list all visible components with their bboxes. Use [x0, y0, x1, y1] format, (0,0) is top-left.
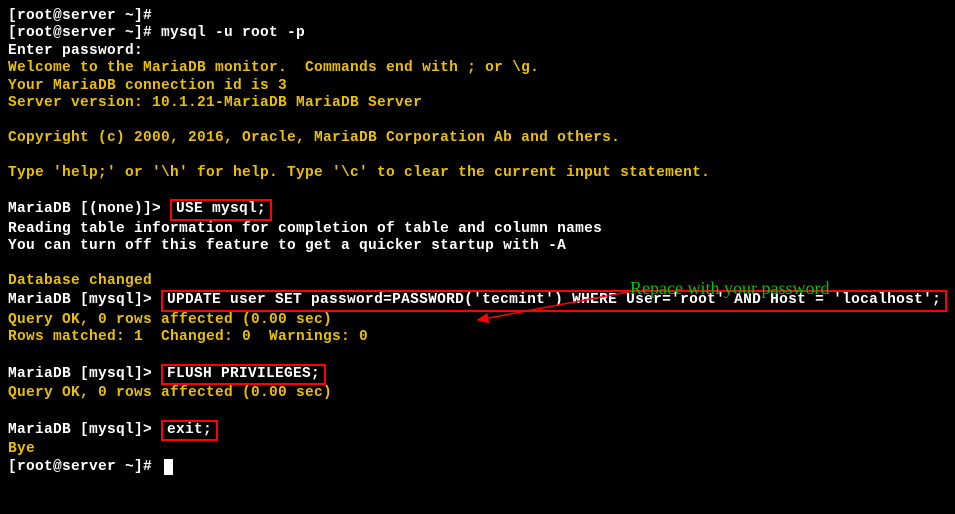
- flush-privileges-line: MariaDB [mysql]> FLUSH PRIVILEGES;: [8, 364, 947, 385]
- mysql-login-line: [root@server ~]# mysql -u root -p: [8, 25, 947, 42]
- query-ok-line-2: Query OK, 0 rows affected (0.00 sec): [8, 385, 947, 402]
- shell-prompt: [root@server ~]#: [8, 8, 947, 25]
- terminal-output[interactable]: [root@server ~]# [root@server ~]# mysql …: [8, 8, 947, 476]
- cursor-block: [164, 459, 173, 475]
- use-mysql-command: USE mysql;: [170, 199, 272, 220]
- mariadb-prompt: MariaDB [mysql]>: [8, 422, 161, 438]
- startup-hint-line: You can turn off this feature to get a q…: [8, 238, 947, 255]
- help-line: Type 'help;' or '\h' for help. Type '\c'…: [8, 165, 947, 182]
- server-version-line: Server version: 10.1.21-MariaDB MariaDB …: [8, 95, 947, 112]
- mariadb-prompt: MariaDB [mysql]>: [8, 292, 161, 308]
- shell-prompt-final: [root@server ~]#: [8, 459, 947, 476]
- use-mysql-line: MariaDB [(none)]> USE mysql;: [8, 199, 947, 220]
- exit-line: MariaDB [mysql]> exit;: [8, 420, 947, 441]
- welcome-line: Welcome to the MariaDB monitor. Commands…: [8, 60, 947, 77]
- connection-id-line: Your MariaDB connection id is 3: [8, 78, 947, 95]
- flush-privileges-command: FLUSH PRIVILEGES;: [161, 364, 326, 385]
- exit-command: exit;: [161, 420, 218, 441]
- mariadb-prompt: MariaDB [(none)]>: [8, 201, 170, 217]
- mysql-command: mysql -u root -p: [161, 25, 305, 41]
- shell-prompt: [root@server ~]#: [8, 25, 161, 41]
- annotation-text: Repace with your password: [630, 278, 829, 300]
- bye-line: Bye: [8, 441, 947, 458]
- query-ok-line: Query OK, 0 rows affected (0.00 sec): [8, 312, 947, 329]
- password-prompt: Enter password:: [8, 43, 947, 60]
- copyright-line: Copyright (c) 2000, 2016, Oracle, MariaD…: [8, 130, 947, 147]
- reading-tables-line: Reading table information for completion…: [8, 221, 947, 238]
- mariadb-prompt: MariaDB [mysql]>: [8, 366, 161, 382]
- rows-matched-line: Rows matched: 1 Changed: 0 Warnings: 0: [8, 329, 947, 346]
